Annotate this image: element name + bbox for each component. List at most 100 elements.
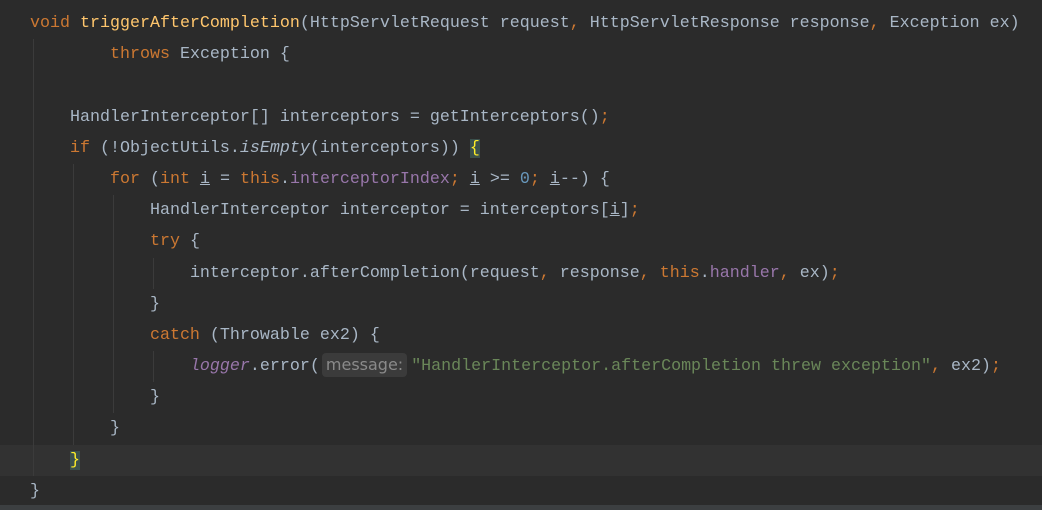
- indent-guide: [33, 226, 34, 258]
- code-token: ;: [990, 357, 1001, 377]
- indent-guide: [113, 382, 114, 414]
- brace-match: }: [69, 450, 80, 470]
- indent-guide: [113, 288, 114, 320]
- code-line[interactable]: for (int i = this.interceptorIndex; i >=…: [0, 163, 1042, 196]
- code-line[interactable]: [0, 70, 1042, 102]
- code-line[interactable]: void triggerAfterCompletion(HttpServletR…: [0, 8, 1042, 39]
- indent-guide: [33, 413, 34, 445]
- code-token: isEmpty: [239, 138, 310, 158]
- code-token: i: [549, 169, 560, 189]
- indent-guide: [113, 226, 114, 258]
- code-token: i: [609, 201, 620, 221]
- indent-guide: [73, 413, 74, 445]
- indent-guide: [33, 382, 34, 414]
- code-token: }: [109, 419, 120, 439]
- indent-guide: [73, 382, 74, 414]
- code-line[interactable]: }: [0, 382, 1042, 414]
- code-line[interactable]: catch (Throwable ex2) {: [0, 319, 1042, 352]
- code-token: .: [279, 169, 290, 189]
- indent-guide: [113, 319, 114, 352]
- code-token: interceptorIndex: [289, 169, 450, 189]
- code-token: (Throwable ex2) {: [199, 325, 380, 345]
- code-line[interactable]: HandlerInterceptor interceptor = interce…: [0, 195, 1042, 227]
- code-token: HandlerInterceptor interceptor = interce…: [149, 201, 610, 221]
- indent-guide: [153, 257, 154, 289]
- code-line[interactable]: try {: [0, 226, 1042, 258]
- code-token: interceptor.afterCompletion(request: [189, 263, 540, 283]
- indent-guide: [33, 288, 34, 320]
- code-token: ;: [829, 263, 840, 283]
- indent-guide: [73, 351, 74, 383]
- code-token: >=: [479, 169, 520, 189]
- indent-guide: [33, 101, 34, 133]
- code-token: ;: [449, 169, 460, 189]
- code-token: =: [209, 169, 240, 189]
- code-line[interactable]: HandlerInterceptor[] interceptors = getI…: [0, 101, 1042, 133]
- code-token: ;: [599, 107, 610, 127]
- indent-guide: [33, 257, 34, 289]
- code-line[interactable]: if (!ObjectUtils.isEmpty(interceptors)) …: [0, 132, 1042, 164]
- code-token: ,: [779, 263, 790, 283]
- code-line[interactable]: }: [0, 413, 1042, 445]
- code-token: HttpServletResponse response: [579, 14, 870, 33]
- indent-guide: [113, 351, 114, 383]
- code-token: ,: [639, 263, 650, 283]
- code-token: this: [239, 169, 280, 189]
- code-token: catch: [149, 325, 200, 345]
- code-token: .error(: [249, 357, 320, 377]
- code-token: {: [179, 232, 200, 252]
- indent-guide: [73, 288, 74, 320]
- code-line[interactable]: logger.error(message: "HandlerInterceptor…: [0, 351, 1042, 383]
- code-token: ;: [629, 201, 640, 221]
- code-line[interactable]: throws Exception {: [0, 39, 1042, 71]
- code-token: }: [149, 388, 160, 408]
- code-line[interactable]: }: [0, 444, 1042, 476]
- code-token: this: [659, 263, 700, 283]
- code-token: HandlerInterceptor[] interceptors = getI…: [69, 107, 600, 127]
- code-token: (HttpServletRequest request: [299, 14, 570, 33]
- indent-guide: [113, 257, 114, 289]
- indent-guide: [113, 195, 114, 227]
- code-token: void: [30, 14, 70, 33]
- indent-guide: [33, 351, 34, 383]
- code-token: ]: [619, 201, 630, 221]
- code-token: }: [149, 294, 160, 314]
- indent-guide: [33, 319, 34, 352]
- code-line[interactable]: interceptor.afterCompletion(request, res…: [0, 257, 1042, 289]
- code-token: for: [109, 169, 140, 189]
- code-token: Exception ex): [879, 14, 1020, 33]
- code-token: ex): [789, 263, 830, 283]
- code-token: ;: [529, 169, 540, 189]
- code-token: logger: [189, 357, 250, 377]
- code-token: triggerAfterCompletion: [79, 14, 300, 33]
- indent-guide: [33, 444, 34, 476]
- indent-guide: [33, 39, 34, 71]
- code-token: if: [69, 138, 90, 158]
- code-token: ,: [569, 14, 580, 33]
- code-token: --) {: [559, 169, 610, 189]
- indent-guide: [73, 319, 74, 352]
- code-token: int: [159, 169, 190, 189]
- code-editor[interactable]: void triggerAfterCompletion(HttpServletR…: [0, 8, 1042, 507]
- code-line[interactable]: }: [0, 288, 1042, 320]
- code-line[interactable]: }: [0, 476, 1042, 507]
- horizontal-scrollbar[interactable]: [0, 505, 1042, 510]
- code-token: .: [699, 263, 710, 283]
- indent-guide: [73, 226, 74, 258]
- code-token: "HandlerInterceptor.afterCompletion thre…: [411, 357, 931, 377]
- indent-guide: [73, 163, 74, 196]
- code-token: 0: [519, 169, 530, 189]
- code-token: handler: [709, 263, 780, 283]
